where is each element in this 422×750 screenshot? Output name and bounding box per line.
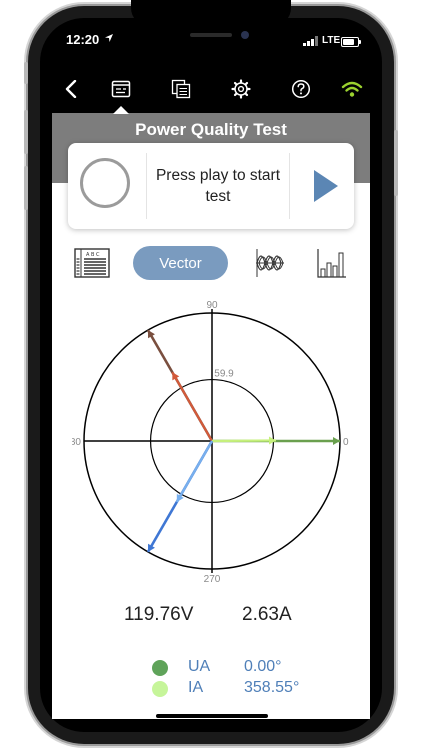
battery-icon	[341, 37, 361, 47]
card-divider-left	[146, 153, 147, 219]
legend-value-ua: 0.00°	[244, 658, 282, 675]
legend-label-ua: UA	[188, 658, 211, 675]
waveform-icon	[256, 249, 284, 277]
cellular-signal-icon	[303, 36, 318, 46]
vector-line-3	[211, 439, 277, 443]
active-tab-indicator	[113, 106, 129, 114]
voltage-readout: 119.76V	[124, 604, 194, 625]
tab-vector[interactable]: Vector	[133, 246, 228, 280]
app-content: Power Quality Test Press play to start t…	[52, 113, 370, 719]
help-icon	[291, 79, 311, 99]
data-table-icon: A B C	[74, 248, 110, 278]
home-indicator	[156, 714, 268, 718]
help-button[interactable]	[290, 78, 312, 100]
bar-chart-icon	[317, 249, 346, 278]
inner-ring-label: 59.9	[214, 369, 234, 380]
test-form-icon	[111, 80, 131, 98]
current-readout: 2.63A	[242, 604, 292, 625]
angle-label-270: 270	[204, 574, 221, 583]
legend-dot-ua	[152, 660, 168, 676]
network-type: LTE	[322, 35, 341, 46]
test-status-indicator	[80, 158, 130, 208]
card-divider-right	[289, 153, 290, 219]
notch	[131, 0, 291, 26]
tab-waveform[interactable]	[252, 246, 288, 280]
volume-up-button	[24, 110, 28, 154]
front-camera	[241, 31, 249, 39]
earpiece	[190, 33, 232, 37]
legend-dot-ia	[152, 681, 168, 697]
volume-down-button	[24, 166, 28, 210]
test-instruction: Press play to start test	[155, 167, 281, 205]
angle-label-90: 90	[206, 300, 218, 311]
location-arrow-icon	[105, 34, 113, 42]
copy-icon	[171, 79, 191, 99]
tab-harmonics-chart[interactable]	[314, 246, 350, 280]
back-button[interactable]	[60, 78, 82, 100]
legend-label-ia: IA	[188, 679, 204, 696]
vector-line-5	[175, 440, 213, 503]
tab-harmonics-table[interactable]: A B C	[72, 246, 112, 280]
legend-value-ia: 358.55°	[244, 679, 300, 696]
copy-tab[interactable]	[170, 78, 192, 100]
page-title: Power Quality Test	[135, 120, 287, 139]
vector-chart: 90 180 270 0 59.9	[72, 300, 349, 583]
silent-switch	[24, 62, 28, 84]
test-status-card: Press play to start test	[68, 143, 354, 229]
play-button[interactable]	[314, 170, 338, 202]
angle-label-180: 180	[72, 437, 81, 448]
settings-button[interactable]	[230, 78, 252, 100]
svg-text:A B C: A B C	[86, 252, 100, 258]
vector-arrowhead-2	[333, 437, 340, 445]
power-button	[394, 130, 398, 196]
wifi-icon	[341, 81, 363, 97]
wifi-connection-button[interactable]	[341, 78, 363, 100]
angle-label-0: 0	[343, 437, 349, 448]
vector-arrowhead-3	[268, 436, 276, 445]
status-time: 12:20	[66, 32, 100, 47]
gear-icon	[231, 79, 251, 99]
test-form-tab[interactable]	[110, 78, 132, 100]
chevron-left-icon	[65, 80, 77, 98]
